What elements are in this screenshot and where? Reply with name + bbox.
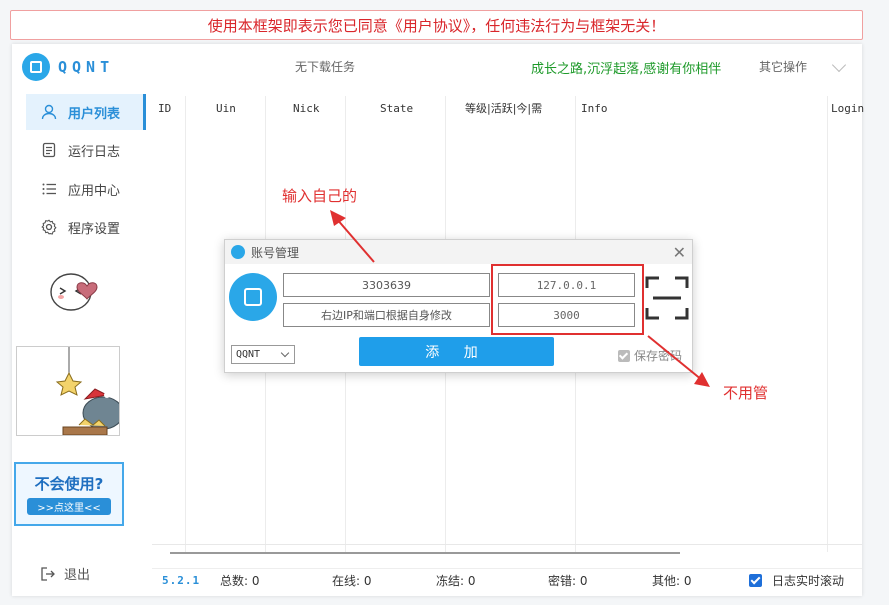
annotation-arrows [330,210,710,387]
screenshot: 使用本框架即表示您已同意《用户协议》，任何违法行为与框架无关！ QQNT 无下载… [0,0,889,605]
